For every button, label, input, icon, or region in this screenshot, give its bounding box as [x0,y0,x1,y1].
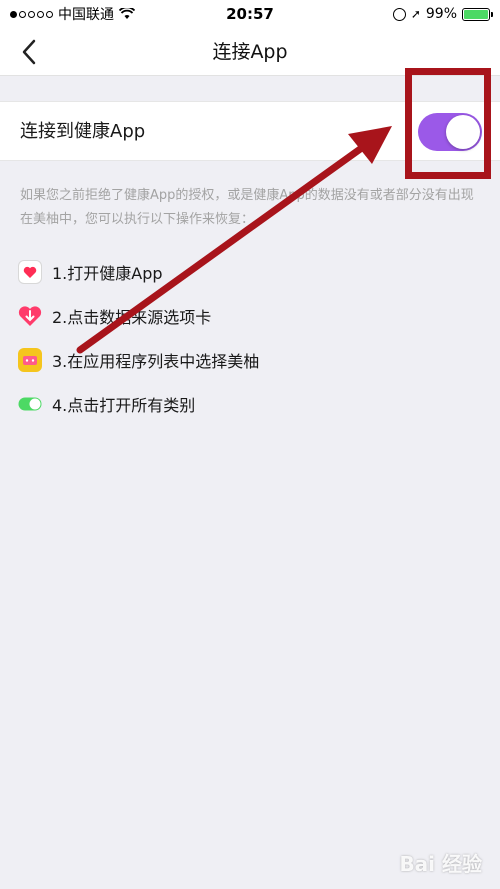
list-item: 3.在应用程序列表中选择美柚 [18,338,488,382]
list-item: 1.打开健康App [18,250,488,294]
steps-list: 1.打开健康App 2.点击数据来源选项卡 3.在应用程序列表中选择美柚 4.点… [18,250,488,426]
connect-health-label: 连接到健康App [20,121,146,142]
clock: 20:57 [226,5,274,23]
rotation-lock-icon [392,7,406,21]
connect-health-toggle[interactable] [418,113,482,151]
toggle-switch-icon [18,392,42,416]
signal-strength-icon [10,10,53,18]
wifi-icon [119,8,135,19]
battery-fill [464,9,488,19]
watermark: Bai 经验 [399,852,482,876]
step-label: 4.点击打开所有类别 [52,396,196,415]
health-app-icon [18,260,42,284]
back-button[interactable] [14,36,44,68]
status-bar-right: ➚ 99% [392,6,493,22]
status-bar: 中国联通 20:57 ➚ 99% [0,0,500,28]
page-title: 连接App [212,41,288,63]
navigation-bar: 连接App [0,28,500,76]
battery-percent: 99% [425,6,457,22]
location-arrow-icon: ➚ [410,7,421,21]
battery-icon [462,7,493,21]
help-description: 如果您之前拒绝了健康App的授权，或是健康App的数据没有或者部分没有出现在美柚… [20,188,474,227]
meiyou-app-icon [18,348,42,372]
step-label: 1.打开健康App [52,264,163,283]
step-label: 3.在应用程序列表中选择美柚 [52,352,260,371]
chevron-left-icon [22,39,36,65]
status-bar-left: 中国联通 [10,4,135,24]
carrier-label: 中国联通 [58,7,114,23]
toggle-knob [446,115,480,149]
list-item: 2.点击数据来源选项卡 [18,294,488,338]
data-source-icon [18,304,42,328]
step-label: 2.点击数据来源选项卡 [52,308,212,327]
connect-health-row: 连接到健康App [0,101,500,161]
list-item: 4.点击打开所有类别 [18,382,488,426]
